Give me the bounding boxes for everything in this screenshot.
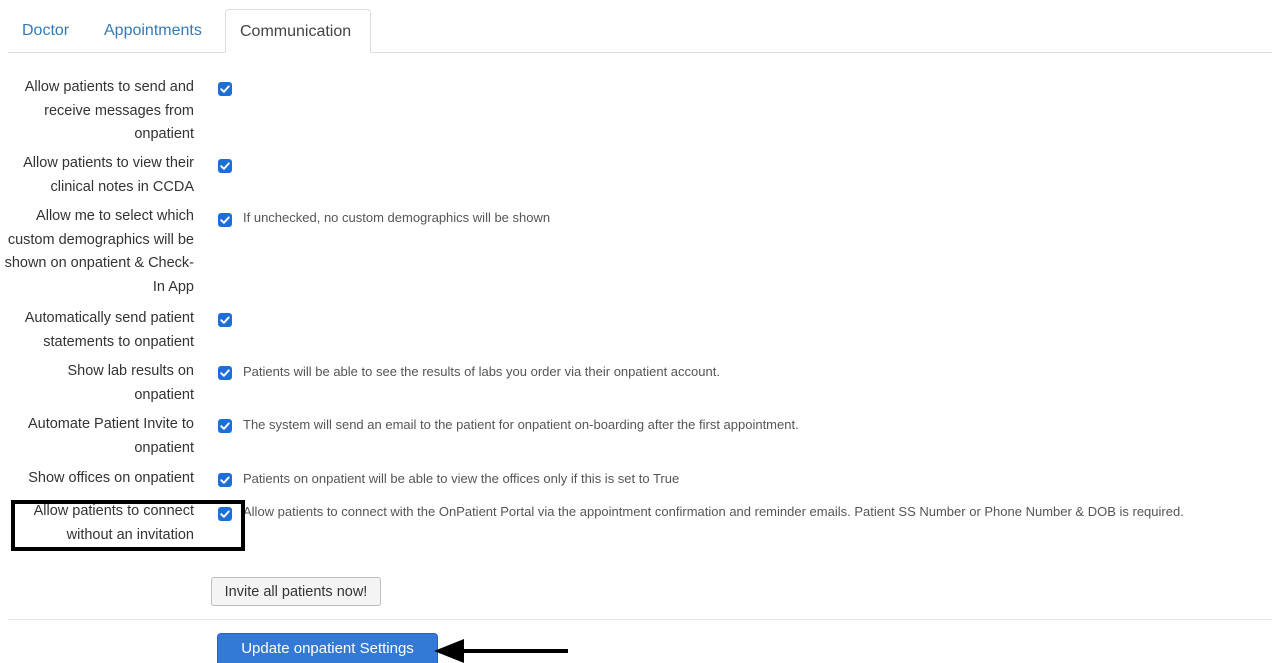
communication-settings-page: Doctor Appointments Communication Allow … xyxy=(0,0,1274,663)
checkmark-icon xyxy=(220,85,230,93)
setting-label-show-offices: Show offices on onpatient xyxy=(28,470,194,486)
update-settings-button[interactable]: Update onpatient Settings xyxy=(217,633,438,663)
setting-label-clinical-notes: Allow patients to view their clinical no… xyxy=(23,155,194,195)
lab-results-help: Patients will be able to see the results… xyxy=(243,364,720,379)
checkmark-icon xyxy=(220,216,230,224)
tab-communication[interactable]: Communication xyxy=(225,9,371,53)
settings-tabs: Doctor Appointments Communication xyxy=(8,9,1272,53)
show-offices-checkbox[interactable] xyxy=(218,473,232,487)
show-offices-help: Patients on onpatient will be able to vi… xyxy=(243,471,680,486)
checkmark-icon xyxy=(220,316,230,324)
checkmark-icon xyxy=(220,476,230,484)
checkmark-icon xyxy=(220,162,230,170)
setting-label-patient-statements: Automatically send patient statements to… xyxy=(24,310,194,350)
custom-demographics-checkbox[interactable] xyxy=(218,213,232,227)
form-divider xyxy=(8,619,1272,620)
setting-label-messages: Allow patients to send and receive messa… xyxy=(24,79,194,142)
tab-appointments[interactable]: Appointments xyxy=(90,9,224,52)
setting-label-custom-demographics: Allow me to select which custom demograp… xyxy=(4,208,194,295)
setting-label-lab-results: Show lab results on onpatient xyxy=(67,363,194,403)
checkmark-icon xyxy=(220,422,230,430)
patient-invite-help: The system will send an email to the pat… xyxy=(243,417,799,432)
messages-checkbox[interactable] xyxy=(218,82,232,96)
connect-without-invitation-help: Allow patients to connect with the OnPat… xyxy=(243,504,1184,519)
clinical-notes-checkbox[interactable] xyxy=(218,159,232,173)
annotation-highlight-box xyxy=(11,500,245,551)
custom-demographics-help: If unchecked, no custom demographics wil… xyxy=(243,210,551,225)
lab-results-checkbox[interactable] xyxy=(218,366,232,380)
annotation-arrow-icon xyxy=(434,639,568,663)
invite-all-patients-button[interactable]: Invite all patients now! xyxy=(211,577,381,606)
patient-invite-checkbox[interactable] xyxy=(218,419,232,433)
checkmark-icon xyxy=(220,369,230,377)
setting-label-patient-invite: Automate Patient Invite to onpatient xyxy=(27,416,194,456)
patient-statements-checkbox[interactable] xyxy=(218,313,232,327)
tab-doctor[interactable]: Doctor xyxy=(8,9,88,52)
